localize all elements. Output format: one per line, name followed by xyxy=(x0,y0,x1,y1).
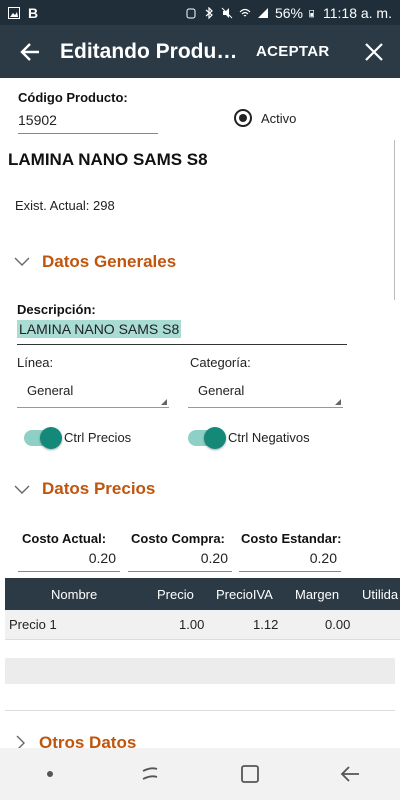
product-name: LAMINA NANO SAMS S8 xyxy=(8,150,208,169)
section-other-title: Otros Datos xyxy=(39,733,137,748)
ctrl-prices-label: Ctrl Precios xyxy=(64,430,132,445)
table-row[interactable]: Precio 1 1.00 1.12 0.00 xyxy=(5,610,400,640)
description-value: LAMINA NANO SAMS S8 xyxy=(17,320,182,338)
arrow-back-icon xyxy=(20,42,39,61)
product-code-label: Código Producto: xyxy=(18,90,128,105)
cell-precio: 1.00 xyxy=(179,617,205,632)
cost-purchase-input[interactable]: 0.20 xyxy=(128,550,232,572)
system-nav-bar xyxy=(0,748,400,800)
cost-purchase-label: Costo Compra: xyxy=(131,531,225,546)
ctrl-prices-toggle[interactable] xyxy=(24,427,62,449)
chevron-down-icon xyxy=(14,257,30,266)
home-icon xyxy=(241,765,259,783)
grid-empty-area xyxy=(5,658,395,684)
dropdown-arrow-icon xyxy=(161,399,167,405)
section-general-title: Datos Generales xyxy=(42,252,177,271)
scrollbar[interactable] xyxy=(394,140,400,300)
column-header-precioiva[interactable]: PrecioIVA xyxy=(216,587,273,602)
home-button[interactable] xyxy=(220,754,280,794)
chevron-right-icon xyxy=(16,735,25,748)
category-select[interactable]: General xyxy=(188,378,343,408)
battery-icon xyxy=(309,9,314,17)
alarm-icon xyxy=(186,8,196,18)
chevron-down-icon xyxy=(14,485,30,494)
category-label: Categoría: xyxy=(190,355,251,370)
signal-icon xyxy=(257,7,268,18)
section-general-header[interactable]: Datos Generales xyxy=(0,218,400,271)
status-bar: B 56% 11:18 a. m. xyxy=(0,0,400,25)
cost-standard-input[interactable]: 0.20 xyxy=(239,550,341,572)
line-label: Línea: xyxy=(17,355,54,370)
clock: 11:18 a. m. xyxy=(322,4,392,21)
app-bar: Editando Producto ACEPTAR xyxy=(0,25,400,78)
dropdown-arrow-icon xyxy=(335,399,341,405)
cost-standard-label: Costo Estandar: xyxy=(241,531,342,546)
recent-apps-icon xyxy=(142,767,158,780)
description-input[interactable]: LAMINA NANO SAMS S8 xyxy=(17,320,347,345)
nav-back-button[interactable] xyxy=(320,754,380,794)
carrier-badge: B xyxy=(28,4,39,21)
recent-apps-button[interactable] xyxy=(120,754,180,794)
gallery-icon xyxy=(8,6,20,19)
column-header-precio[interactable]: Precio xyxy=(157,587,194,602)
cost-current-label: Costo Actual: xyxy=(22,531,107,546)
section-prices-title: Datos Precios xyxy=(42,479,156,498)
category-select-value: General xyxy=(198,383,245,398)
column-header-nombre[interactable]: Nombre xyxy=(51,587,97,602)
cell-margen: 0.00 xyxy=(325,617,351,632)
cell-nombre: Precio 1 xyxy=(9,617,57,632)
section-other-header[interactable]: Otros Datos xyxy=(0,726,400,748)
close-button[interactable] xyxy=(348,25,400,78)
wifi-icon xyxy=(239,8,251,16)
line-select-value: General xyxy=(27,383,74,398)
close-icon xyxy=(365,42,383,61)
description-label: Descripción: xyxy=(17,302,96,317)
stock-text: Exist. Actual: 298 xyxy=(15,198,115,213)
product-code-field[interactable]: 15902 xyxy=(18,112,158,134)
product-form: Código Producto: 15902 Activo LAMINA NAN… xyxy=(0,78,400,748)
nav-back-icon xyxy=(340,766,359,782)
section-prices-header[interactable]: Datos Precios xyxy=(0,470,400,510)
column-header-margen[interactable]: Margen xyxy=(295,587,339,602)
page-title: Editando Producto xyxy=(60,39,240,63)
back-button[interactable] xyxy=(0,25,60,78)
active-radio[interactable] xyxy=(234,109,252,127)
line-select[interactable]: General xyxy=(17,378,169,408)
cell-precioiva: 1.12 xyxy=(253,617,279,632)
ctrl-negatives-label: Ctrl Negativos xyxy=(228,430,310,445)
cost-current-input[interactable]: 0.20 xyxy=(18,550,120,572)
divider xyxy=(5,710,395,711)
battery-percent: 56% xyxy=(274,4,303,21)
bluetooth-icon xyxy=(205,6,213,19)
ctrl-negatives-toggle[interactable] xyxy=(188,427,226,449)
nav-dot-button[interactable] xyxy=(20,754,80,794)
accept-button[interactable]: ACEPTAR xyxy=(256,43,330,60)
dot-icon xyxy=(47,771,53,777)
price-grid-header: Nombre Precio PrecioIVA Margen Utilida xyxy=(5,578,400,610)
active-label: Activo xyxy=(261,111,297,126)
mute-icon xyxy=(221,7,233,18)
column-header-utilidad[interactable]: Utilida xyxy=(362,587,398,602)
